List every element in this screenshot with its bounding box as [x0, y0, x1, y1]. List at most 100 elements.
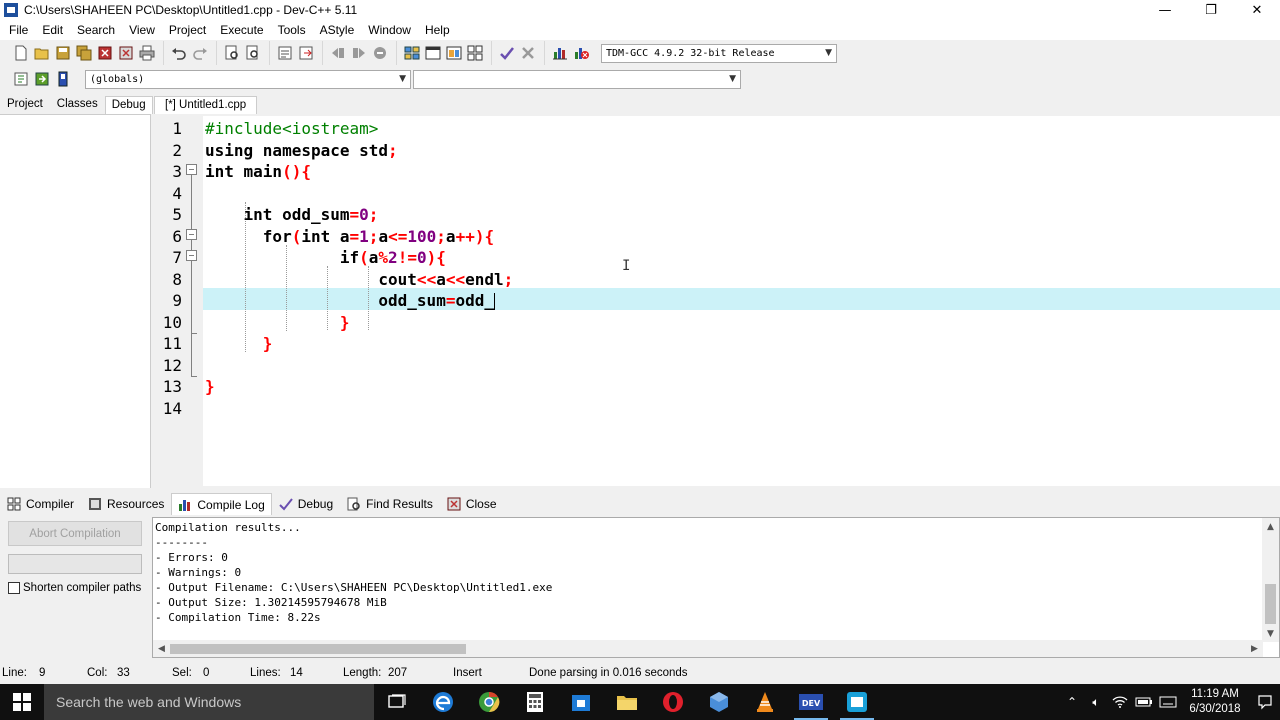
windows-taskbar: Search the web and Windows DEV ⌃ 🔈︎ 11:1…: [0, 684, 1280, 720]
scroll-thumb[interactable]: [170, 644, 466, 654]
scroll-thumb[interactable]: [1265, 584, 1276, 624]
shorten-paths-option[interactable]: Shorten compiler paths: [8, 582, 141, 594]
tab-classes[interactable]: Classes: [50, 95, 105, 114]
code-symbol: <: [416, 269, 427, 289]
opera-browser-icon[interactable]: [650, 684, 696, 720]
new-file-icon[interactable]: [12, 44, 30, 62]
wifi-icon[interactable]: [1108, 684, 1132, 720]
tab-compile-log[interactable]: Compile Log: [171, 493, 272, 515]
scroll-right-icon[interactable]: ▶: [1246, 640, 1263, 657]
open-file-icon[interactable]: [33, 44, 51, 62]
action-center-icon[interactable]: [1250, 684, 1280, 720]
tab-project[interactable]: Project: [0, 95, 50, 114]
restore-button[interactable]: ❐: [1188, 0, 1234, 20]
volume-icon[interactable]: 🔈︎: [1084, 684, 1108, 720]
code-number: 0: [416, 248, 427, 267]
menu-file[interactable]: File: [2, 23, 35, 37]
check-syntax-icon[interactable]: [498, 44, 516, 62]
new-class-icon[interactable]: [445, 44, 463, 62]
insert-icon[interactable]: [12, 70, 30, 88]
save-all-icon[interactable]: [75, 44, 93, 62]
line-number: 14: [162, 398, 182, 418]
taskbar-search[interactable]: Search the web and Windows: [44, 684, 374, 720]
tab-close-label: Close: [465, 497, 497, 511]
menu-edit[interactable]: Edit: [35, 23, 70, 37]
minimize-button[interactable]: —: [1142, 0, 1188, 20]
log-vertical-scrollbar[interactable]: ▲ ▼: [1262, 518, 1279, 642]
status-col-label: Col:: [87, 667, 108, 679]
tile-windows-icon[interactable]: [466, 44, 484, 62]
status-col-value: 33: [117, 667, 130, 679]
devcpp-taskbar-icon[interactable]: DEV: [788, 684, 834, 720]
calculator-icon[interactable]: [512, 684, 558, 720]
redo-icon[interactable]: [191, 44, 209, 62]
start-button[interactable]: [0, 684, 44, 720]
code-symbol: {: [484, 226, 495, 246]
battery-icon[interactable]: [1132, 684, 1156, 720]
project-view-icon[interactable]: [403, 44, 421, 62]
shorten-paths-checkbox[interactable]: [8, 582, 20, 594]
menu-window[interactable]: Window: [361, 23, 418, 37]
code-editor[interactable]: 1 #include<iostream> 2 using namespace s…: [158, 116, 1280, 486]
print-icon[interactable]: [138, 44, 156, 62]
scroll-left-icon[interactable]: ◀: [153, 640, 170, 657]
edge-browser-icon[interactable]: [420, 684, 466, 720]
find-icon[interactable]: [223, 44, 241, 62]
status-sel-label: Sel:: [172, 667, 192, 679]
toggle-comment-icon[interactable]: [371, 44, 389, 62]
chevron-up-icon[interactable]: ⌃: [1060, 684, 1084, 720]
code-text: odd_sum=odd_: [205, 290, 495, 312]
task-view-icon[interactable]: [374, 684, 420, 720]
scroll-up-icon[interactable]: ▲: [1262, 518, 1279, 535]
chrome-browser-icon[interactable]: [466, 684, 512, 720]
member-select[interactable]: ▼: [413, 69, 741, 89]
close-file-icon[interactable]: [96, 44, 114, 62]
toggle-bookmark-icon[interactable]: [33, 70, 51, 88]
tab-find-results[interactable]: Find Results: [340, 493, 440, 515]
scroll-down-icon[interactable]: ▼: [1262, 625, 1279, 642]
menu-view[interactable]: View: [122, 23, 162, 37]
close-button[interactable]: ✕: [1234, 0, 1280, 20]
menu-tools[interactable]: Tools: [271, 23, 313, 37]
tab-debug[interactable]: Debug: [104, 96, 153, 114]
tab-close[interactable]: Close: [440, 493, 504, 515]
menu-astyle[interactable]: AStyle: [313, 23, 362, 37]
compile-log-output[interactable]: Compilation results... -------- - Errors…: [152, 517, 1280, 658]
replace-icon[interactable]: [244, 44, 262, 62]
tab-compiler[interactable]: Compiler: [0, 493, 81, 515]
fullscreen-icon[interactable]: [424, 44, 442, 62]
class-toolbar: (globals) ▼ ▼: [0, 66, 1280, 92]
menu-execute[interactable]: Execute: [213, 23, 270, 37]
goto-line-icon[interactable]: [276, 44, 294, 62]
compiler-select[interactable]: TDM-GCC 4.9.2 32-bit Release ▼: [601, 43, 837, 63]
abort-icon[interactable]: [519, 44, 537, 62]
tab-untitled1[interactable]: [*] Untitled1.cpp: [154, 96, 258, 114]
delete-profile-icon[interactable]: [572, 44, 590, 62]
save-icon[interactable]: [54, 44, 72, 62]
log-horizontal-scrollbar[interactable]: ◀ ▶: [153, 640, 1263, 657]
tab-resources[interactable]: Resources: [81, 493, 171, 515]
abort-compilation-button[interactable]: Abort Compilation: [8, 521, 142, 546]
profile-chart-icon[interactable]: [551, 44, 569, 62]
virtualbox-icon[interactable]: [696, 684, 742, 720]
vlc-player-icon[interactable]: [742, 684, 788, 720]
goto-function-icon[interactable]: [297, 44, 315, 62]
goto-bookmark-icon[interactable]: [54, 70, 72, 88]
taskbar-clock[interactable]: 11:19 AM 6/30/2018: [1180, 687, 1250, 717]
file-explorer-icon[interactable]: [604, 684, 650, 720]
tab-debug-bottom[interactable]: Debug: [272, 493, 340, 515]
store-icon[interactable]: [558, 684, 604, 720]
menu-project[interactable]: Project: [162, 23, 213, 37]
app-window-icon[interactable]: [834, 684, 880, 720]
menu-search[interactable]: Search: [70, 23, 122, 37]
indent-left-icon[interactable]: [329, 44, 347, 62]
keyboard-icon[interactable]: [1156, 684, 1180, 720]
menu-help[interactable]: Help: [418, 23, 457, 37]
status-bar: Line: 9 Col: 33 Sel: 0 Lines: 14 Length:…: [0, 664, 1280, 684]
undo-icon[interactable]: [170, 44, 188, 62]
indent-right-icon[interactable]: [350, 44, 368, 62]
tab-compiler-label: Compiler: [26, 497, 75, 511]
status-mode: Insert: [453, 667, 482, 679]
scope-select[interactable]: (globals) ▼: [85, 69, 411, 89]
close-all-icon[interactable]: [117, 44, 135, 62]
